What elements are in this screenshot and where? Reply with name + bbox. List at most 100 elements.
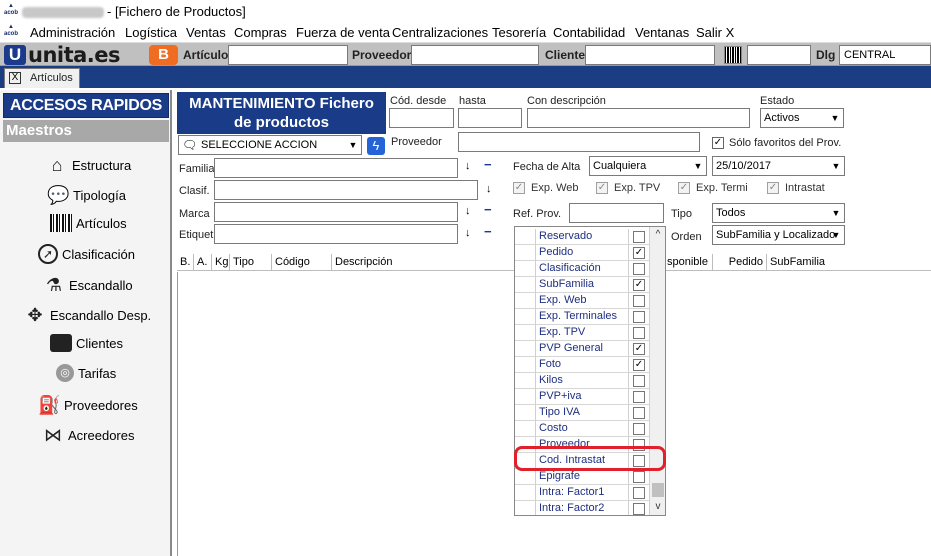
column-picker-row[interactable]: PVP General ✓ (515, 341, 649, 357)
down-arrow-icon[interactable]: ↓ (465, 205, 471, 217)
column-picker-row[interactable]: Kilos (515, 373, 649, 389)
marca-input[interactable] (214, 202, 458, 222)
menu-ventanas[interactable]: Ventanas (635, 25, 689, 40)
column-picker-row[interactable]: PVP+iva (515, 389, 649, 405)
column-visible-checkbox[interactable] (633, 423, 645, 435)
minus-icon[interactable]: − (484, 157, 492, 172)
minus-icon[interactable]: − (484, 224, 492, 239)
sidebar-item-proveedores[interactable]: ⛽ Proveedores (38, 394, 138, 416)
scroll-down-icon[interactable]: v (650, 499, 665, 515)
intrastat-checkbox[interactable]: ✓ (767, 182, 779, 194)
etiquet-input[interactable] (214, 224, 458, 244)
proveedor-input[interactable] (411, 45, 539, 65)
tipo-select[interactable]: Todos ▼ (712, 203, 845, 223)
column-visible-checkbox[interactable] (633, 503, 645, 515)
column-picker-row[interactable]: Clasificación (515, 261, 649, 277)
column-header-b[interactable]: B. (177, 254, 193, 271)
column-header-subfamilia[interactable]: SubFamilia (766, 254, 876, 271)
menu-salir[interactable]: Salir X (696, 25, 734, 40)
column-visible-checkbox[interactable] (633, 471, 645, 483)
column-header-a[interactable]: A. (193, 254, 211, 271)
ref-prov-input[interactable] (569, 203, 664, 223)
column-visible-checkbox[interactable] (633, 311, 645, 323)
scroll-up-icon[interactable]: ^ (650, 227, 665, 243)
scroll-thumb[interactable] (652, 483, 664, 497)
clasif-input[interactable] (214, 180, 478, 200)
column-picker-row[interactable]: Pedido ✓ (515, 245, 649, 261)
column-visible-checkbox[interactable] (633, 391, 645, 403)
sidebar-item-escandallo-desp[interactable]: ✥ Escandallo Desp. (24, 304, 151, 326)
column-picker-row[interactable]: Tipo IVA (515, 405, 649, 421)
sidebar-item-articulos[interactable]: Artículos (50, 214, 127, 232)
column-header-pedido[interactable]: Pedido (712, 254, 766, 271)
column-header-tipo[interactable]: Tipo (229, 254, 271, 271)
orden-select[interactable]: SubFamilia y Localizado ▼ (712, 225, 845, 245)
menu-tesoreria[interactable]: Tesorería (492, 25, 546, 40)
con-descripcion-input[interactable] (527, 108, 750, 128)
cod-desde-input[interactable] (389, 108, 454, 128)
column-picker-list[interactable]: Reservado Pedido ✓ Clasificación SubFamilia ✓… (514, 226, 666, 516)
column-header-codigo[interactable]: Código (271, 254, 331, 271)
column-visible-checkbox[interactable] (633, 407, 645, 419)
proveedor-form-input[interactable] (458, 132, 700, 152)
column-header-disponible[interactable]: sponible (664, 254, 712, 271)
column-picker-row[interactable]: Costo (515, 421, 649, 437)
close-tab-icon[interactable]: X (9, 72, 21, 84)
column-visible-checkbox[interactable]: ✓ (633, 359, 645, 371)
sidebar-item-acreedores[interactable]: ⋈ Acreedores (42, 424, 134, 446)
dlg-input[interactable]: CENTRAL (839, 45, 931, 65)
column-visible-checkbox[interactable]: ✓ (633, 343, 645, 355)
column-visible-checkbox[interactable] (633, 263, 645, 275)
column-picker-row[interactable]: Exp. Terminales (515, 309, 649, 325)
sidebar-section-maestros[interactable]: Maestros (3, 120, 169, 142)
tab-articulos[interactable]: X Artículos (4, 68, 80, 88)
cliente-input[interactable] (585, 45, 715, 65)
sidebar-item-clasificacion[interactable]: ➚ Clasificación (38, 244, 135, 264)
solo-favoritos-checkbox[interactable]: ✓ (712, 137, 724, 149)
column-picker-row[interactable]: Epigrafe (515, 469, 649, 485)
column-picker-row[interactable]: Intra: Factor1 (515, 485, 649, 501)
exp-termi-checkbox[interactable]: ✓ (678, 182, 690, 194)
barcode-input[interactable] (747, 45, 811, 65)
exp-tpv-checkbox[interactable]: ✓ (596, 182, 608, 194)
menu-fuerza-de-venta[interactable]: Fuerza de venta (296, 25, 390, 40)
column-picker-row[interactable]: Exp. Web (515, 293, 649, 309)
sidebar-item-clientes[interactable]: Clientes (50, 334, 123, 352)
menu-compras[interactable]: Compras (234, 25, 287, 40)
column-picker-row[interactable]: Foto ✓ (515, 357, 649, 373)
accion-select[interactable]: 🗨 SELECCIONE ACCION ▼ (178, 135, 362, 155)
fecha-date-picker[interactable]: 25/10/2017 ▼ (712, 156, 845, 176)
column-visible-checkbox[interactable] (633, 295, 645, 307)
down-arrow-icon[interactable]: ↓ (465, 160, 471, 172)
column-picker-scrollbar[interactable]: ^ v (649, 227, 665, 515)
familia-input[interactable] (214, 158, 458, 178)
minus-icon[interactable]: − (484, 202, 492, 217)
exp-web-checkbox[interactable]: ✓ (513, 182, 525, 194)
sidebar-item-tarifas[interactable]: ◎ Tarifas (56, 364, 116, 382)
menu-administracion[interactable]: Administración (30, 25, 115, 40)
blogger-icon[interactable]: B (149, 45, 178, 65)
column-visible-checkbox[interactable]: ✓ (633, 279, 645, 291)
column-picker-row[interactable]: Exp. TPV (515, 325, 649, 341)
sidebar-item-escandallo[interactable]: ⚗ Escandallo (43, 274, 133, 296)
menu-centralizaciones[interactable]: Centralizaciones (392, 25, 488, 40)
column-picker-row[interactable]: Intra: Factor2 (515, 501, 649, 515)
menu-app-icon[interactable]: ▲ acob (4, 24, 18, 40)
estado-select[interactable]: Activos ▼ (760, 108, 844, 128)
sidebar-item-tipologia[interactable]: 💬 Tipología (47, 184, 126, 206)
fecha-alta-select[interactable]: Cualquiera ▼ (589, 156, 707, 176)
column-picker-row[interactable]: Reservado (515, 229, 649, 245)
column-picker-row[interactable]: SubFamilia ✓ (515, 277, 649, 293)
menu-ventas[interactable]: Ventas (186, 25, 226, 40)
hasta-input[interactable] (458, 108, 522, 128)
column-header-kg[interactable]: Kg (211, 254, 229, 271)
down-arrow-icon[interactable]: ↓ (486, 183, 492, 195)
lightning-icon[interactable]: ϟ (367, 137, 385, 155)
column-visible-checkbox[interactable] (633, 487, 645, 499)
down-arrow-icon[interactable]: ↓ (465, 227, 471, 239)
menu-logistica[interactable]: Logística (125, 25, 177, 40)
sidebar-item-estructura[interactable]: ⌂ Estructura (46, 154, 132, 176)
menu-contabilidad[interactable]: Contabilidad (553, 25, 625, 40)
articulo-input[interactable] (228, 45, 348, 65)
column-visible-checkbox[interactable] (633, 375, 645, 387)
